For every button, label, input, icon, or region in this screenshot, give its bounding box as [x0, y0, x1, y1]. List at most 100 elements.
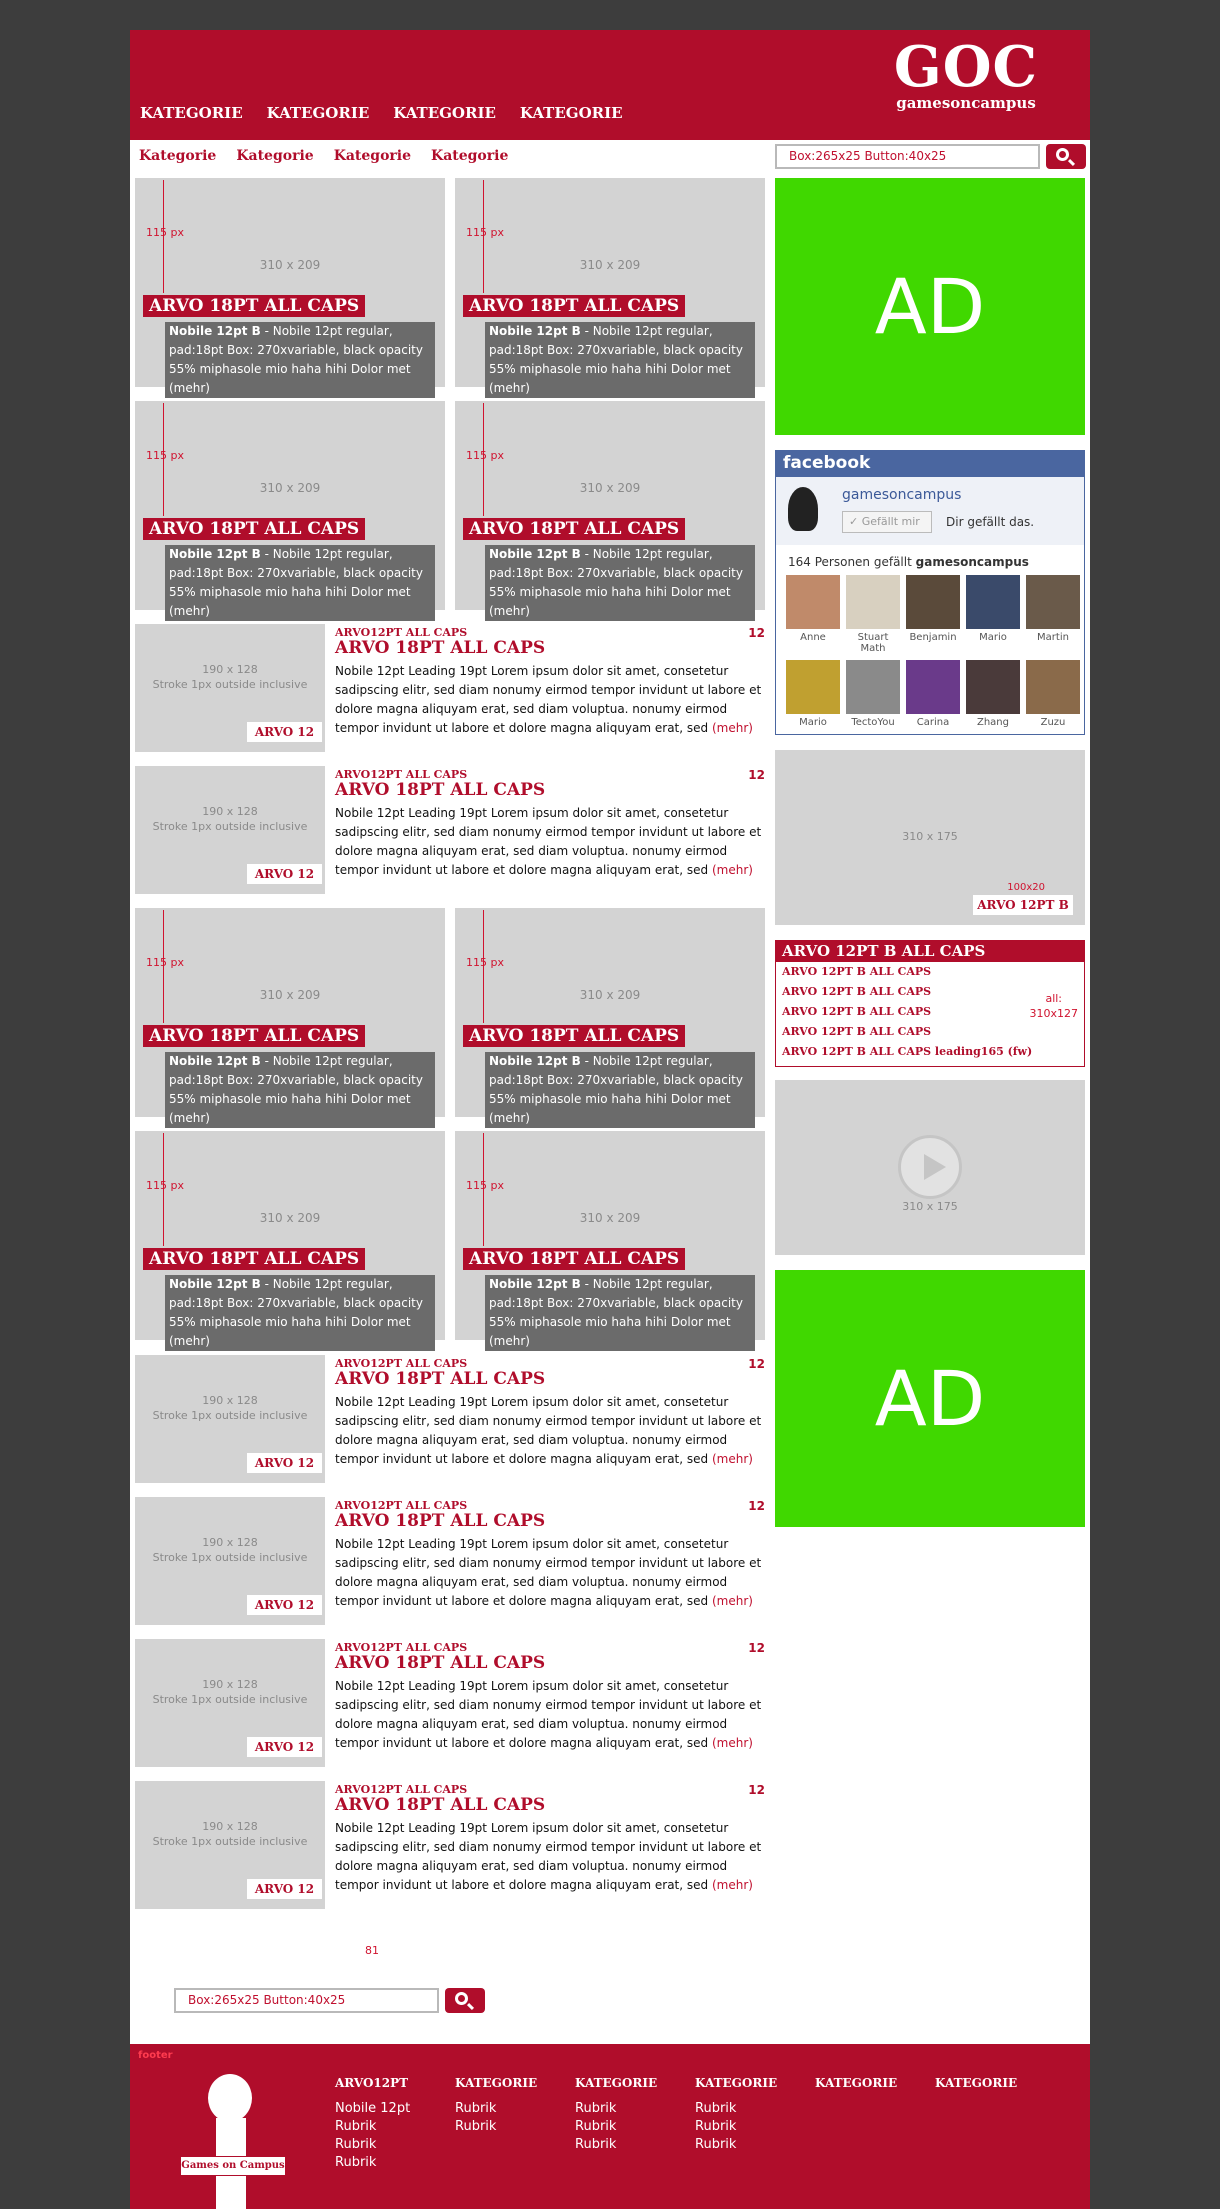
fan-face[interactable]: Zhang — [966, 660, 1020, 728]
search-icon — [1056, 148, 1069, 161]
feature-tile[interactable]: 115 px 310 x 209 ARVO 18PT ALL CAPS Nobile … — [135, 908, 445, 1128]
fan-face[interactable]: Stuart Math — [846, 575, 900, 654]
tile-title[interactable]: ARVO 18PT ALL CAPS — [463, 1025, 686, 1047]
mascot-logo[interactable]: Games on Campus — [178, 2074, 286, 2209]
article-thumb[interactable]: 190 x 128 Stroke 1px outside inclusive ARV… — [135, 766, 325, 894]
article-title[interactable]: ARVO 18PT ALL CAPS — [335, 1795, 545, 1815]
comment-count[interactable]: 12 — [748, 768, 765, 782]
feature-tile[interactable]: 115 px 310 x 209 ARVO 18PT ALL CAPS Nobile … — [455, 1131, 765, 1351]
fan-count-prefix: 164 Personen gefällt — [788, 555, 916, 569]
promo-tag[interactable]: ARVO 12PT B — [973, 895, 1073, 915]
tile-title[interactable]: ARVO 18PT ALL CAPS — [143, 1248, 366, 1270]
comment-count[interactable]: 12 — [748, 626, 765, 640]
search-input-bottom[interactable]: Box:265x25 Button:40x25 — [174, 1988, 439, 2013]
fan-face[interactable]: Carina — [906, 660, 960, 728]
footer-link[interactable]: Rubrik — [335, 2154, 445, 2172]
article-thumb[interactable]: 190 x 128 Stroke 1px outside inclusive ARV… — [135, 1355, 325, 1483]
nav-item[interactable]: KATEGORIE — [267, 104, 370, 122]
article-title[interactable]: ARVO 18PT ALL CAPS — [335, 1653, 545, 1673]
article-thumb[interactable]: 190 x 128 Stroke 1px outside inclusive ARV… — [135, 624, 325, 752]
ad-banner[interactable]: AD — [775, 178, 1085, 435]
article-title[interactable]: ARVO 18PT ALL CAPS — [335, 638, 545, 658]
feature-tile[interactable]: 115 px 310 x 209 ARVO 18PT ALL CAPS Nobile … — [455, 178, 765, 398]
comment-count[interactable]: 12 — [748, 1783, 765, 1797]
feature-tile[interactable]: 115 px 310 x 209 ARVO 18PT ALL CAPS Nobile … — [135, 178, 445, 398]
thumb-tag[interactable]: ARVO 12 — [247, 1737, 322, 1757]
article-thumb[interactable]: 190 x 128 Stroke 1px outside inclusive ARV… — [135, 1781, 325, 1909]
more-link[interactable]: (mehr) — [712, 1594, 753, 1608]
subnav-item[interactable]: Kategorie — [236, 148, 313, 164]
more-link[interactable]: (mehr) — [712, 721, 753, 735]
footer-link[interactable]: Rubrik — [695, 2100, 805, 2118]
fan-face[interactable]: Martin — [1026, 575, 1080, 654]
tile-title[interactable]: ARVO 18PT ALL CAPS — [463, 1248, 686, 1270]
list-item[interactable]: ARVO 12PT B ALL CAPS — [776, 962, 1084, 982]
thumb-tag[interactable]: ARVO 12 — [247, 1453, 322, 1473]
footer-link[interactable]: Rubrik — [335, 2118, 445, 2136]
tile-title[interactable]: ARVO 18PT ALL CAPS — [143, 518, 366, 540]
footer-link[interactable]: Rubrik — [695, 2118, 805, 2136]
fan-face[interactable]: Benjamin — [906, 575, 960, 654]
article-title[interactable]: ARVO 18PT ALL CAPS — [335, 1369, 545, 1389]
tile-title[interactable]: ARVO 18PT ALL CAPS — [463, 295, 686, 317]
tile-title[interactable]: ARVO 18PT ALL CAPS — [143, 295, 366, 317]
desc-bold: Nobile 12pt B — [489, 547, 581, 561]
subnav-item[interactable]: Kategorie — [139, 148, 216, 164]
subnav-item[interactable]: Kategorie — [431, 148, 508, 164]
fan-face[interactable]: Zuzu — [1026, 660, 1080, 728]
footer-link[interactable]: Rubrik — [335, 2136, 445, 2154]
article-thumb[interactable]: 190 x 128 Stroke 1px outside inclusive ARV… — [135, 1497, 325, 1625]
fan-face[interactable]: Mario — [786, 660, 840, 728]
feature-tile[interactable]: 115 px 310 x 209 ARVO 18PT ALL CAPS Nobile … — [135, 1131, 445, 1351]
nav-item[interactable]: KATEGORIE — [140, 104, 243, 122]
page-avatar[interactable] — [788, 487, 818, 531]
thumb-tag[interactable]: ARVO 12 — [247, 722, 322, 742]
comment-count[interactable]: 12 — [748, 1357, 765, 1371]
site-logo[interactable]: GOC gamesoncampus — [886, 38, 1046, 111]
tile-description: Nobile 12pt B - Nobile 12pt regular, pad… — [165, 1275, 435, 1351]
footer-link[interactable]: Rubrik — [455, 2118, 565, 2136]
search-button-bottom[interactable] — [445, 1988, 485, 2013]
fan-face[interactable]: Anne — [786, 575, 840, 654]
tile-title[interactable]: ARVO 18PT ALL CAPS — [463, 518, 686, 540]
subnav-item[interactable]: Kategorie — [334, 148, 411, 164]
facebook-page-name[interactable]: gamesoncampus — [842, 487, 961, 503]
article-thumb[interactable]: 190 x 128 Stroke 1px outside inclusive ARV… — [135, 1639, 325, 1767]
footer-link[interactable]: Rubrik — [575, 2118, 685, 2136]
more-link[interactable]: (mehr) — [712, 863, 753, 877]
footer-link[interactable]: Nobile 12pt — [335, 2100, 445, 2118]
article-title[interactable]: ARVO 18PT ALL CAPS — [335, 1511, 545, 1531]
footer-column: KATEGORIE — [815, 2076, 925, 2100]
more-link[interactable]: (mehr) — [712, 1878, 753, 1892]
footer-link[interactable]: Rubrik — [455, 2100, 565, 2118]
promo-box[interactable]: 310 x 175 100x20 ARVO 12PT B — [775, 750, 1085, 925]
list-title: ARVO 12PT B ALL CAPS — [776, 941, 1084, 962]
feature-tile[interactable]: 115 px 310 x 209 ARVO 18PT ALL CAPS Nobile … — [135, 401, 445, 621]
list-item[interactable]: ARVO 12PT B ALL CAPS leading165 (fw) — [776, 1042, 1084, 1062]
tile-title[interactable]: ARVO 18PT ALL CAPS — [143, 1025, 366, 1047]
list-item[interactable]: ARVO 12PT B ALL CAPS — [776, 1022, 1084, 1042]
footer-link[interactable]: Rubrik — [575, 2136, 685, 2154]
thumb-tag[interactable]: ARVO 12 — [247, 1879, 322, 1899]
thumb-tag[interactable]: ARVO 12 — [247, 864, 322, 884]
search-button[interactable] — [1046, 144, 1086, 169]
more-link[interactable]: (mehr) — [712, 1736, 753, 1750]
feature-tile[interactable]: 115 px 310 x 209 ARVO 18PT ALL CAPS Nobile … — [455, 401, 765, 621]
nav-item[interactable]: KATEGORIE — [393, 104, 496, 122]
article-title[interactable]: ARVO 18PT ALL CAPS — [335, 780, 545, 800]
thumb-tag[interactable]: ARVO 12 — [247, 1595, 322, 1615]
like-button[interactable]: ✓ Gefällt mir — [842, 511, 932, 533]
search-input[interactable]: Box:265x25 Button:40x25 — [775, 144, 1040, 169]
nav-item[interactable]: KATEGORIE — [520, 104, 623, 122]
more-link[interactable]: (mehr) — [712, 1452, 753, 1466]
comment-count[interactable]: 12 — [748, 1641, 765, 1655]
fan-face[interactable]: TectoYou — [846, 660, 900, 728]
comment-count[interactable]: 12 — [748, 1499, 765, 1513]
feature-tile[interactable]: 115 px 310 x 209 ARVO 18PT ALL CAPS Nobile … — [455, 908, 765, 1128]
footer-link[interactable]: Rubrik — [695, 2136, 805, 2154]
play-icon[interactable] — [898, 1135, 962, 1199]
fan-face[interactable]: Mario — [966, 575, 1020, 654]
footer-link[interactable]: Rubrik — [575, 2100, 685, 2118]
ad-banner-2[interactable]: AD — [775, 1270, 1085, 1527]
video-box[interactable]: 310 x 175 — [775, 1080, 1085, 1255]
